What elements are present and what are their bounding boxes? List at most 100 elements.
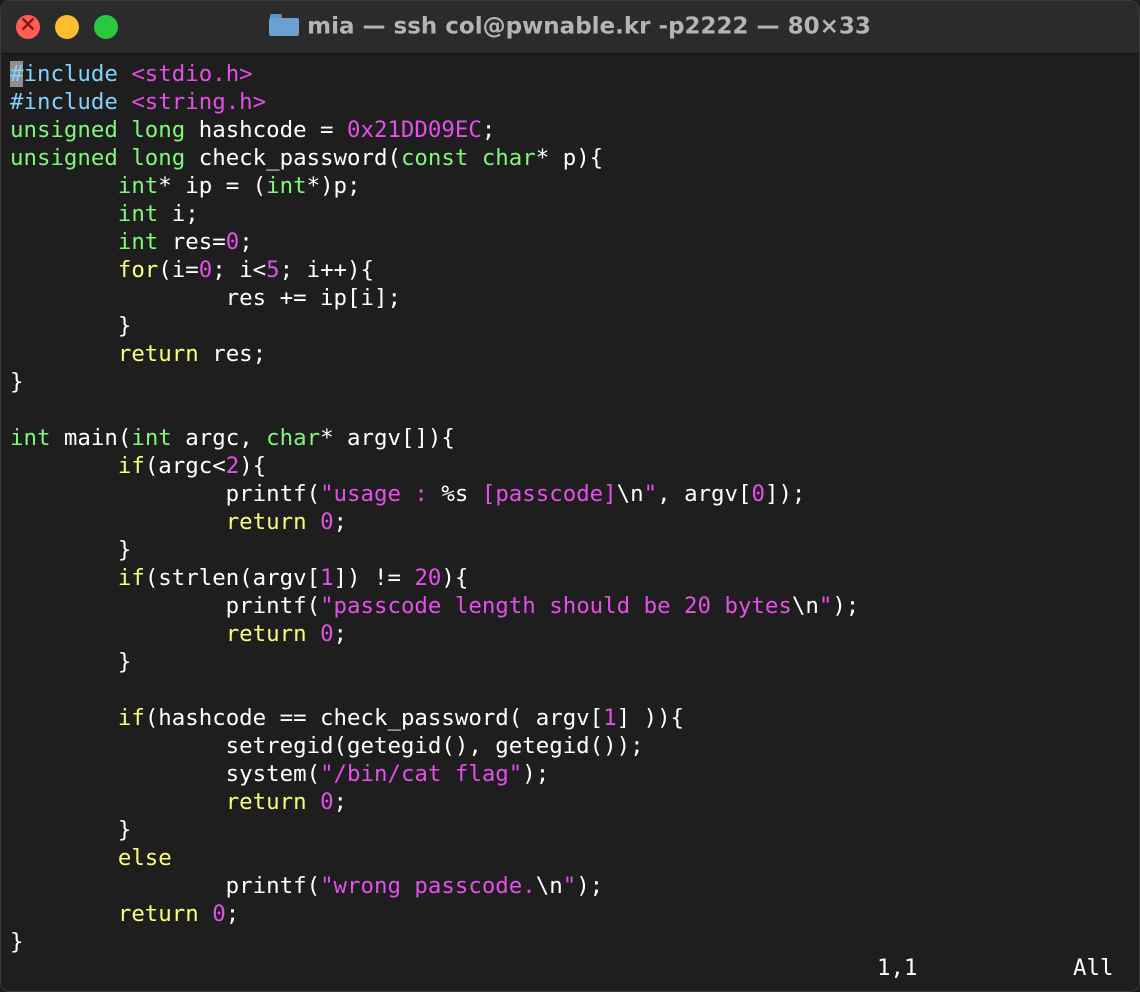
code-token: 5 [266, 257, 280, 283]
code-token: 1 [320, 565, 334, 591]
code-token: ] )){ [616, 705, 685, 731]
code-line: #include <string.h> [10, 89, 266, 115]
code-token: } [10, 817, 132, 843]
code-token: if [117, 565, 145, 591]
code-token: printf( [10, 481, 321, 507]
code-token: (strlen(argv[ [144, 565, 321, 591]
code-line: printf("wrong passcode.\n"); [10, 873, 604, 899]
code-token: unsigned long [10, 145, 186, 171]
vim-buffer[interactable]: #include <stdio.h> #include <string.h> u… [10, 60, 859, 956]
code-token: ; [239, 229, 253, 255]
code-token: "usage : [320, 481, 442, 507]
code-line: return res; [10, 341, 266, 367]
code-token: } [10, 313, 132, 339]
code-token: 0 [320, 789, 334, 815]
code-token: * argv[]){ [320, 425, 455, 451]
code-token: *)p; [306, 173, 361, 199]
code-token: for [117, 257, 159, 283]
code-token: <stdio.h> [131, 61, 253, 87]
code-line: printf("passcode length should be 20 byt… [10, 593, 860, 619]
code-token: 1 [603, 705, 617, 731]
code-token: 20 [414, 565, 442, 591]
code-token: 2 [225, 453, 240, 479]
code-token: 0 [320, 621, 334, 647]
code-token: } [10, 929, 24, 955]
code-token: if [117, 705, 145, 731]
code-token: 0 [212, 901, 226, 927]
code-line: } [10, 369, 23, 395]
code-token: ); [522, 761, 550, 787]
code-token: ); [832, 593, 860, 619]
code-token: ; i++){ [279, 257, 375, 283]
code-token: ; [333, 621, 348, 647]
folder-icon [269, 13, 300, 36]
code-token: "wrong passcode. [320, 873, 536, 899]
code-token: printf( [10, 873, 321, 899]
code-token: ; [333, 789, 348, 815]
code-token: , argv[ [657, 481, 752, 507]
code-line: if(argc<2){ [10, 453, 266, 479]
code-line: } [10, 537, 132, 563]
code-token: " [643, 481, 658, 507]
code-token: const char [400, 145, 536, 171]
code-line: int i; [10, 201, 199, 227]
code-line: unsigned long check_password(const char*… [10, 145, 603, 171]
code-token: 0 [320, 509, 334, 535]
window-title: mia — ssh col@pwnable.kr -p2222 — 80×33 [307, 13, 871, 40]
code-token: " [562, 873, 577, 899]
code-token: int [10, 425, 51, 451]
code-token: system( [10, 761, 321, 787]
code-line: int res=0; [10, 229, 253, 255]
code-token: res += ip[i]; [10, 285, 401, 311]
code-token: <string.h> [131, 89, 267, 115]
code-token: unsigned long [10, 117, 186, 143]
code-line: unsigned long hashcode = 0x21DD09EC; [10, 117, 495, 143]
terminal-content[interactable]: #include <stdio.h> #include <string.h> u… [1, 54, 1139, 991]
code-line: system("/bin/cat flag"); [10, 761, 550, 787]
code-token: ]) != [333, 565, 415, 591]
code-token: ){ [441, 565, 469, 591]
code-token: include [23, 61, 132, 87]
code-token: 0 [198, 257, 213, 283]
code-line: return 0; [10, 509, 347, 535]
code-line: int* ip = (int*)p; [10, 173, 361, 199]
code-line: } [10, 929, 23, 955]
code-token: * ip = ( [158, 173, 267, 199]
code-token: \n [535, 873, 563, 899]
code-token: 0x21DD09EC [347, 117, 482, 143]
code-token: 0 [225, 229, 240, 255]
code-token: res; [198, 341, 267, 367]
code-token: int [131, 425, 172, 451]
code-token: \n [791, 593, 819, 619]
code-line: res += ip[i]; [10, 285, 401, 311]
code-token: return [117, 901, 199, 927]
code-token: if [117, 453, 145, 479]
code-token: int [117, 201, 159, 227]
terminal-window: mia — ssh col@pwnable.kr -p2222 — 80×33 … [0, 0, 1140, 992]
code-line: setregid(getegid(), getegid()); [10, 733, 644, 759]
code-token: return [117, 341, 199, 367]
title-bar[interactable]: mia — ssh col@pwnable.kr -p2222 — 80×33 [1, 1, 1139, 54]
code-line: return 0; [10, 901, 239, 927]
cursor-position: 1,1 [877, 955, 918, 981]
code-line: printf("usage : %s [passcode]\n", argv[0… [10, 481, 806, 507]
code-token: else [117, 845, 172, 871]
code-token: %s [441, 481, 469, 507]
scroll-indicator: All [1073, 955, 1114, 981]
code-token: int [117, 229, 159, 255]
code-token: (hashcode == check_password( argv[ [144, 705, 604, 731]
text-cursor: # [10, 61, 24, 87]
code-token: hashcode = [185, 117, 348, 143]
